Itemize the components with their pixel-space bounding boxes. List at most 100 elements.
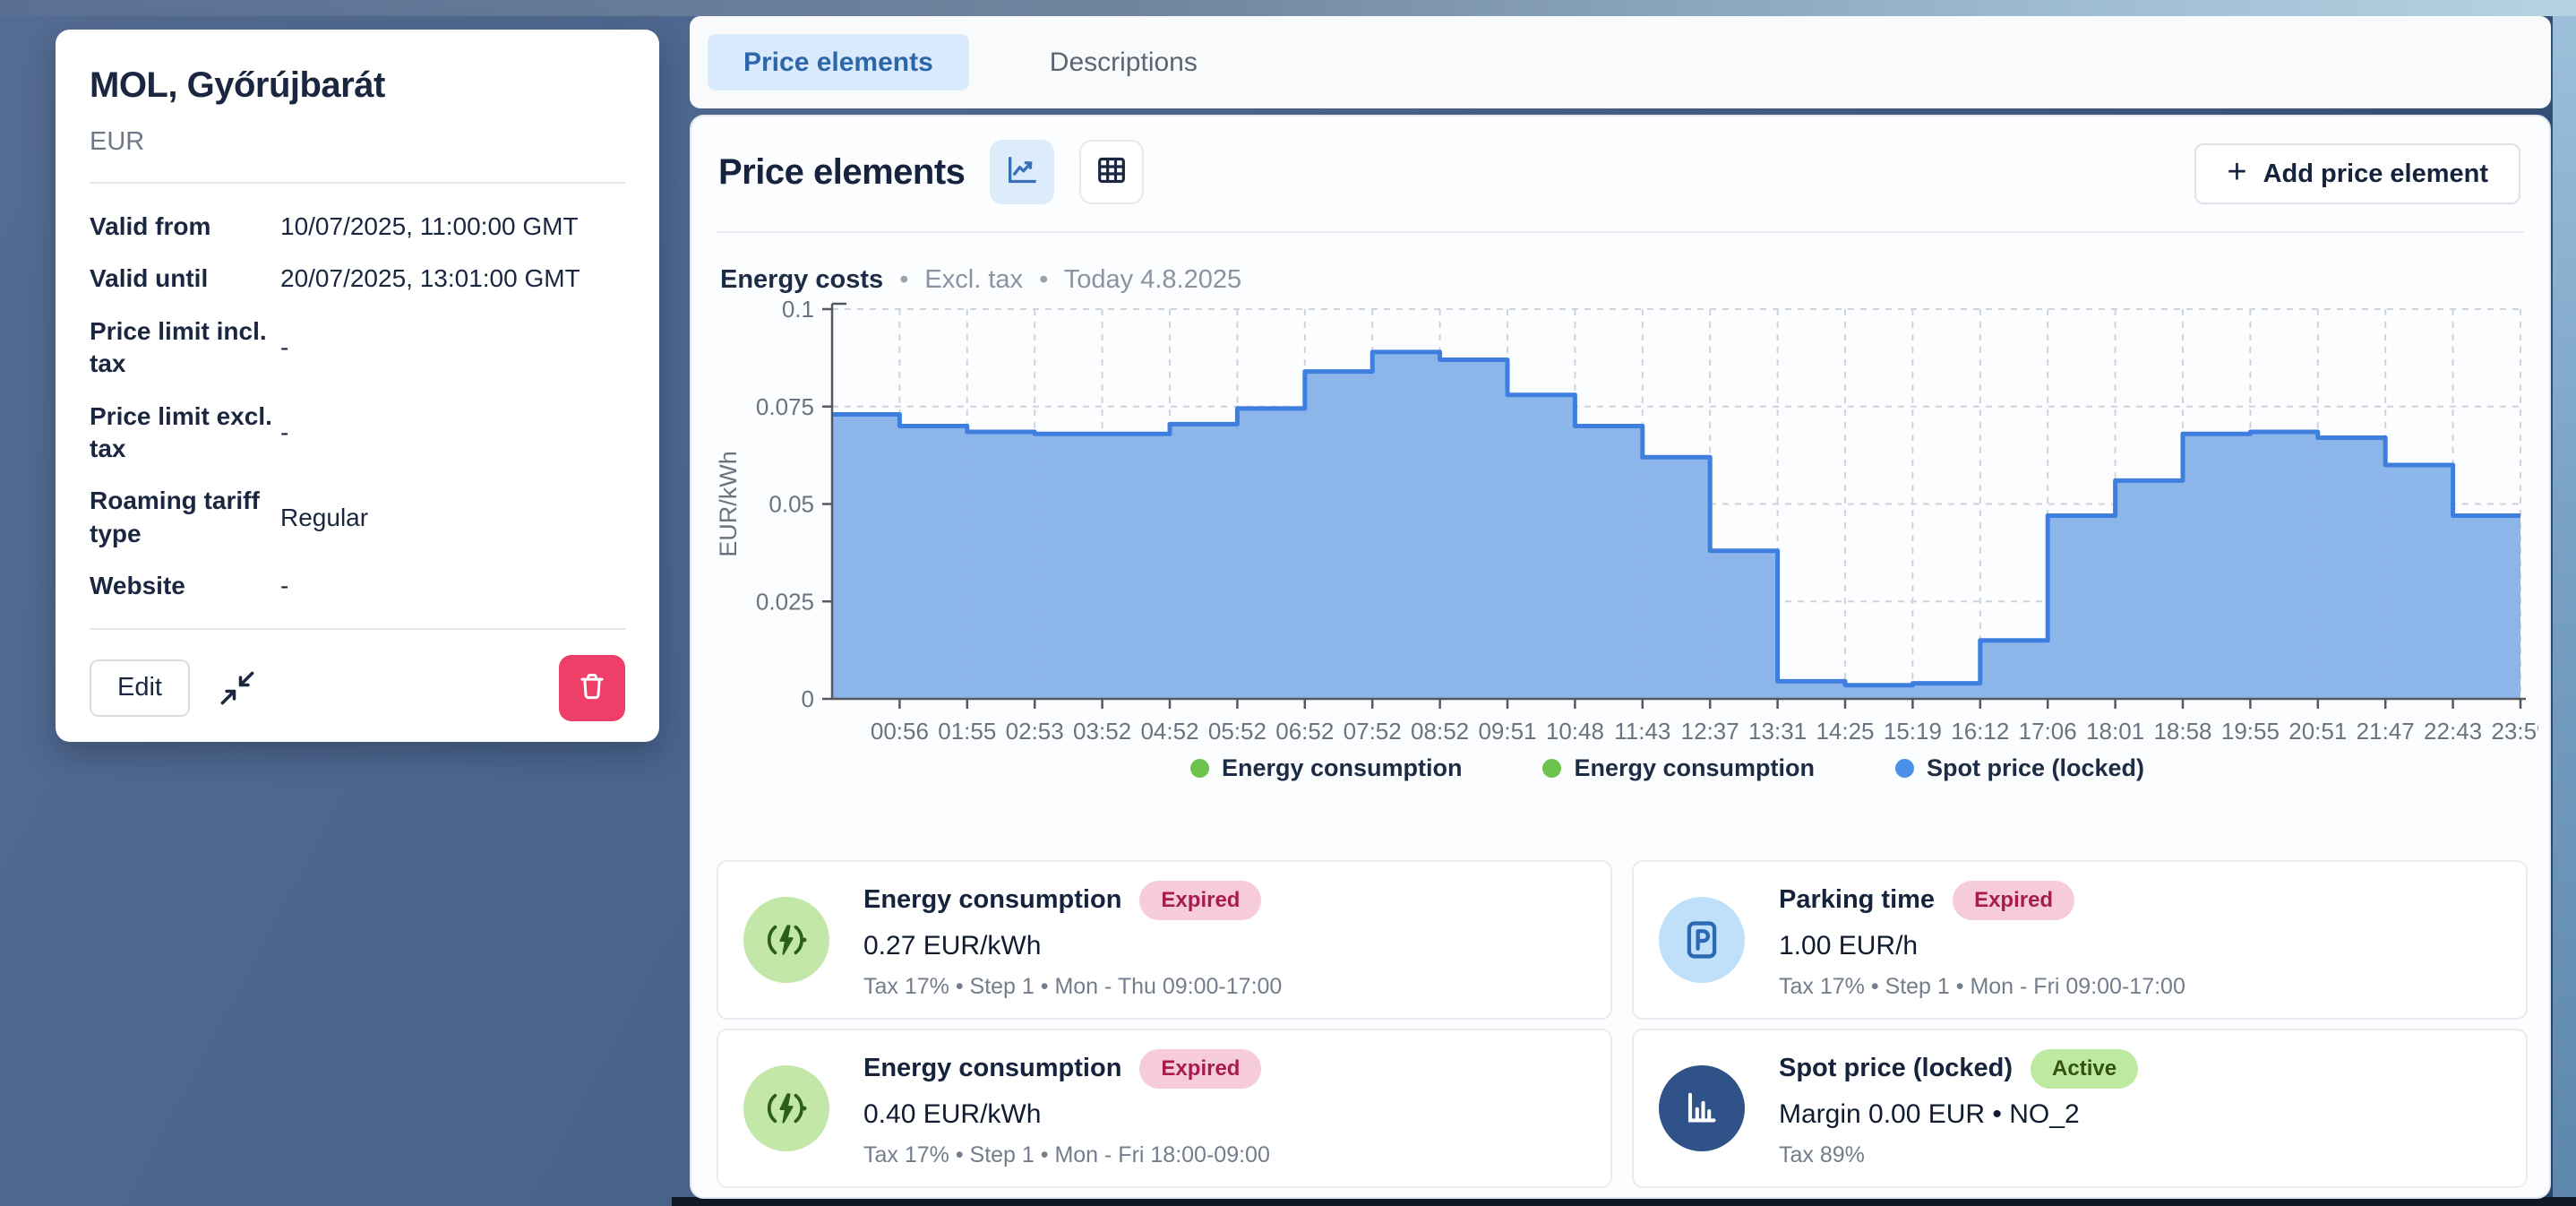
edit-button[interactable]: Edit [90, 659, 190, 717]
station-details: Valid from10/07/2025, 11:00:00 GMT Valid … [90, 211, 625, 603]
price-element-title: Energy consumption [863, 885, 1121, 915]
price-element-body: Parking time Expired 1.00 EUR/h Tax 17% • S… [1779, 881, 2185, 1000]
detail-row: Price limit incl. tax- [90, 315, 625, 381]
detail-label: Website [90, 570, 273, 602]
divider [90, 628, 625, 630]
panel-title: Price elements [718, 152, 965, 193]
price-element-meta: Tax 17% • Step 1 • Mon - Fri 18:00-09:00 [863, 1142, 1270, 1168]
price-element-value: 1.00 EUR/h [1779, 931, 2185, 961]
svg-text:11:43: 11:43 [1614, 718, 1670, 745]
price-elements-grid: Energy consumptionExpired0.27 EUR/kWhTax… [717, 860, 2528, 1188]
price-element-card[interactable]: Energy consumptionExpired 0.40 EUR/kWh Tax… [717, 1029, 1612, 1188]
detail-value: 10/07/2025, 11:00:00 GMT [273, 211, 625, 243]
price-element-title-row: Energy consumptionExpired [863, 1049, 1270, 1089]
svg-text:01:55: 01:55 [938, 718, 996, 745]
legend-dot-icon [1190, 759, 1209, 778]
add-price-element-button[interactable]: + Add price element [2194, 143, 2520, 204]
chart-legend: Energy consumption Energy consumption Spot… [814, 754, 2520, 782]
panel-header: Price elements [718, 140, 1144, 204]
price-element-title-row: Parking time Expired [1779, 881, 2185, 920]
detail-label: Valid until [90, 263, 273, 295]
svg-text:0.075: 0.075 [756, 393, 814, 420]
delete-button[interactable] [559, 655, 625, 721]
svg-text:08:52: 08:52 [1411, 718, 1469, 745]
collapse-icon[interactable] [217, 668, 258, 709]
detail-value: Regular [273, 502, 625, 534]
price-element-value: 0.40 EUR/kWh [863, 1099, 1270, 1130]
legend-label: Spot price (locked) [1927, 754, 2144, 782]
status-badge: Active [2031, 1049, 2138, 1089]
detail-label: Price limit incl. tax [90, 315, 273, 381]
svg-text:00:56: 00:56 [871, 718, 929, 745]
price-element-meta: Tax 17% • Step 1 • Mon - Fri 09:00-17:00 [1779, 974, 2185, 1000]
tab-price-elements[interactable]: Price elements [708, 34, 969, 90]
chart-title: Energy costs [720, 265, 883, 294]
status-badge: Expired [1139, 881, 1261, 920]
legend-item[interactable]: Energy consumption [1542, 754, 1815, 782]
price-element-title: Spot price (locked) [1779, 1054, 2013, 1083]
ev-charging-icon [743, 1065, 829, 1151]
separator-dot: • [899, 265, 908, 294]
detail-value: 20/07/2025, 13:01:00 GMT [273, 263, 625, 295]
svg-text:06:52: 06:52 [1275, 718, 1334, 745]
price-element-body: Energy consumptionExpired 0.40 EUR/kWh Tax… [863, 1049, 1270, 1168]
svg-text:13:31: 13:31 [1748, 718, 1807, 745]
svg-text:18:58: 18:58 [2153, 718, 2211, 745]
svg-text:EUR/kWh: EUR/kWh [715, 451, 742, 557]
svg-text:04:52: 04:52 [1140, 718, 1198, 745]
svg-text:14:25: 14:25 [1816, 718, 1874, 745]
legend-label: Energy consumption [1222, 754, 1463, 782]
line-chart-icon [1004, 152, 1040, 193]
background-top-strip [0, 0, 2576, 16]
svg-text:23:59: 23:59 [2491, 718, 2538, 745]
chart-view-toggle[interactable] [990, 140, 1054, 204]
price-element-meta: Tax 89% [1779, 1142, 2138, 1168]
chart-header: Energy costs • Excl. tax • Today 4.8.202… [720, 265, 1241, 295]
svg-text:05:52: 05:52 [1208, 718, 1267, 745]
svg-text:07:52: 07:52 [1344, 718, 1402, 745]
detail-row: Valid from10/07/2025, 11:00:00 GMT [90, 211, 625, 243]
price-element-title: Parking time [1779, 885, 1935, 915]
energy-costs-chart[interactable]: 00.0250.050.0750.100:5601:5502:5303:5204… [709, 297, 2538, 750]
tab-bar: Price elements Descriptions [690, 16, 2551, 108]
divider [717, 231, 2524, 233]
station-currency: EUR [90, 127, 625, 157]
station-card: MOL, Győrújbarát EUR Valid from10/07/202… [56, 30, 659, 742]
plus-icon: + [2227, 155, 2246, 189]
price-element-title: Energy consumption [863, 1054, 1121, 1083]
detail-label: Roaming tariff type [90, 485, 273, 550]
price-elements-panel: Price elements + [690, 115, 2551, 1199]
add-price-element-label: Add price element [2263, 159, 2488, 189]
price-element-meta: Tax 17% • Step 1 • Mon - Thu 09:00-17:00 [863, 974, 1282, 1000]
price-element-value: Margin 0.00 EUR • NO_2 [1779, 1099, 2138, 1130]
status-badge: Expired [1953, 881, 2074, 920]
svg-text:22:43: 22:43 [2424, 718, 2482, 745]
ev-charging-icon [743, 897, 829, 983]
background-right-column [2553, 16, 2576, 1206]
divider [90, 182, 625, 184]
detail-label: Price limit excl. tax [90, 401, 273, 466]
price-element-body: Energy consumptionExpired0.27 EUR/kWhTax… [863, 881, 1282, 1000]
price-element-title-row: Spot price (locked) Active [1779, 1049, 2138, 1089]
detail-row: Roaming tariff typeRegular [90, 485, 625, 550]
svg-text:16:12: 16:12 [1951, 718, 2009, 745]
price-element-card[interactable]: Spot price (locked) Active Margin 0.00 EUR… [1632, 1029, 2528, 1188]
svg-text:17:06: 17:06 [2019, 718, 2077, 745]
svg-text:02:53: 02:53 [1006, 718, 1064, 745]
tab-descriptions[interactable]: Descriptions [1014, 34, 1233, 90]
price-element-body: Spot price (locked) Active Margin 0.00 EUR… [1779, 1049, 2138, 1168]
station-card-actions: Edit [90, 655, 625, 721]
detail-value: - [273, 332, 625, 364]
detail-row: Website- [90, 570, 625, 602]
detail-row: Valid until20/07/2025, 13:01:00 GMT [90, 263, 625, 295]
price-element-card[interactable]: Energy consumptionExpired0.27 EUR/kWhTax… [717, 860, 1612, 1020]
svg-text:0.025: 0.025 [756, 588, 814, 615]
svg-text:03:52: 03:52 [1073, 718, 1131, 745]
table-view-toggle[interactable] [1079, 140, 1144, 204]
price-element-card[interactable]: Parking time Expired 1.00 EUR/h Tax 17% • S… [1632, 860, 2528, 1020]
trash-icon [575, 669, 609, 706]
parking-icon [1659, 897, 1745, 983]
legend-item[interactable]: Spot price (locked) [1895, 754, 2144, 782]
legend-item[interactable]: Energy consumption [1190, 754, 1463, 782]
station-title: MOL, Győrújbarát [90, 65, 625, 106]
